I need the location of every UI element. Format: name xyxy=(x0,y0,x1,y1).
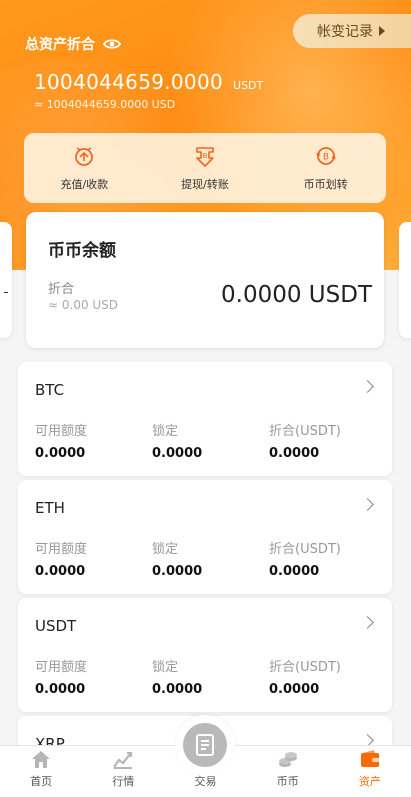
locked-column: 锁定 0.0000 xyxy=(152,656,202,697)
withdraw-label: 提现/转账 xyxy=(181,178,229,191)
coin-name: BTC xyxy=(35,381,65,399)
locked-label: 锁定 xyxy=(152,542,179,557)
quick-actions: 充值/收款 B 提现/转账 B 币币划转 xyxy=(24,133,386,203)
balance-usd: ≈ 0.00 USD xyxy=(48,298,119,312)
deposit-button[interactable]: 充值/收款 xyxy=(29,144,139,192)
withdraw-button[interactable]: B 提现/转账 xyxy=(150,144,260,192)
account-record-label: 帐变记录 xyxy=(317,24,373,40)
deposit-icon xyxy=(75,147,94,166)
prev-balance-card[interactable] xyxy=(0,222,12,338)
eye-icon[interactable] xyxy=(103,38,121,50)
tab-home[interactable]: 首页 xyxy=(0,746,82,797)
trade-button-inner xyxy=(183,723,227,767)
locked-value: 0.0000 xyxy=(152,564,203,579)
balance-carousel[interactable]: 币币余额 折合 ≈ 0.00 USD 0.0000 USDT xyxy=(0,212,411,350)
available-label: 可用额度 xyxy=(35,424,88,439)
total-assets-label: 总资产折合 xyxy=(25,34,121,54)
converted-column: 折合(USDT) 0.0000 xyxy=(269,656,341,697)
locked-label: 锁定 xyxy=(152,660,179,675)
withdraw-icon: B xyxy=(196,147,214,167)
tab-assets-label: 资产 xyxy=(358,775,381,788)
chevron-right-icon xyxy=(361,498,374,511)
converted-label: 折合(USDT) xyxy=(269,424,341,439)
coin-row-eth[interactable]: ETH 可用额度 0.0000 锁定 0.0000 折合(USDT) 0.000… xyxy=(18,480,392,594)
trade-center-button[interactable] xyxy=(175,715,235,775)
converted-label: 折合(USDT) xyxy=(269,542,341,557)
converted-value: 0.0000 xyxy=(269,446,320,461)
total-assets-usd: ≈ 1004044659.0000 USD xyxy=(34,98,176,111)
total-assets-unit: USDT xyxy=(233,79,264,92)
balance-amount: 0.0000 USDT xyxy=(221,282,372,308)
home-icon xyxy=(32,751,51,768)
transfer-label: 币币划转 xyxy=(303,178,348,191)
transfer-button[interactable]: B 币币划转 xyxy=(271,144,381,192)
coins-icon xyxy=(278,752,297,767)
coin-row-btc[interactable]: BTC 可用额度 0.0000 锁定 0.0000 折合(USDT) 0.000… xyxy=(18,362,392,476)
wallet-icon xyxy=(360,750,379,767)
svg-text:B: B xyxy=(203,152,208,160)
tab-market[interactable]: 行情 xyxy=(82,746,164,797)
coin-name: USDT xyxy=(35,617,77,635)
available-column: 可用额度 0.0000 xyxy=(35,538,87,579)
converted-column: 折合(USDT) 0.0000 xyxy=(269,538,341,579)
locked-value: 0.0000 xyxy=(152,682,203,697)
available-value: 0.0000 xyxy=(35,446,86,461)
tab-spot[interactable]: 币币 xyxy=(247,746,329,797)
chevron-right-icon xyxy=(361,616,374,629)
locked-column: 锁定 0.0000 xyxy=(152,420,202,461)
converted-value: 0.0000 xyxy=(269,564,320,579)
svg-text:B: B xyxy=(323,153,329,163)
deposit-label: 充值/收款 xyxy=(60,178,109,191)
tab-spot-label: 币币 xyxy=(276,775,299,788)
locked-label: 锁定 xyxy=(152,424,179,439)
account-record-button[interactable]: 帐变记录 xyxy=(293,14,411,48)
chevron-right-icon xyxy=(361,380,374,393)
tab-market-label: 行情 xyxy=(112,775,135,788)
chart-icon xyxy=(113,752,133,769)
tab-trade-label: 交易 xyxy=(194,775,217,788)
next-balance-card[interactable] xyxy=(399,222,411,338)
locked-column: 锁定 0.0000 xyxy=(152,538,202,579)
coin-name: ETH xyxy=(35,499,65,517)
available-value: 0.0000 xyxy=(35,682,86,697)
transfer-icon: B xyxy=(315,147,336,165)
total-assets-value: 1004044659.0000 USDT xyxy=(34,70,263,94)
balance-title: 币币余额 xyxy=(48,241,116,261)
converted-column: 折合(USDT) 0.0000 xyxy=(269,420,341,461)
trade-icon xyxy=(196,734,214,756)
total-assets-label-text: 总资产折合 xyxy=(25,37,95,53)
caret-right-icon xyxy=(379,26,385,36)
available-label: 可用额度 xyxy=(35,660,88,675)
locked-value: 0.0000 xyxy=(152,446,203,461)
available-column: 可用额度 0.0000 xyxy=(35,656,87,697)
tab-home-label: 首页 xyxy=(30,775,53,788)
tab-assets[interactable]: 资产 xyxy=(329,746,411,797)
spot-balance-card[interactable]: 币币余额 折合 ≈ 0.00 USD 0.0000 USDT xyxy=(26,212,384,348)
available-column: 可用额度 0.0000 xyxy=(35,420,87,461)
available-value: 0.0000 xyxy=(35,564,86,579)
balance-converted-label: 折合 xyxy=(48,282,75,297)
available-label: 可用额度 xyxy=(35,542,88,557)
coin-row-usdt[interactable]: USDT 可用额度 0.0000 锁定 0.0000 折合(USDT) 0.00… xyxy=(18,598,392,712)
converted-value: 0.0000 xyxy=(269,682,320,697)
total-assets-number: 1004044659.0000 xyxy=(34,70,224,94)
converted-label: 折合(USDT) xyxy=(269,660,341,675)
